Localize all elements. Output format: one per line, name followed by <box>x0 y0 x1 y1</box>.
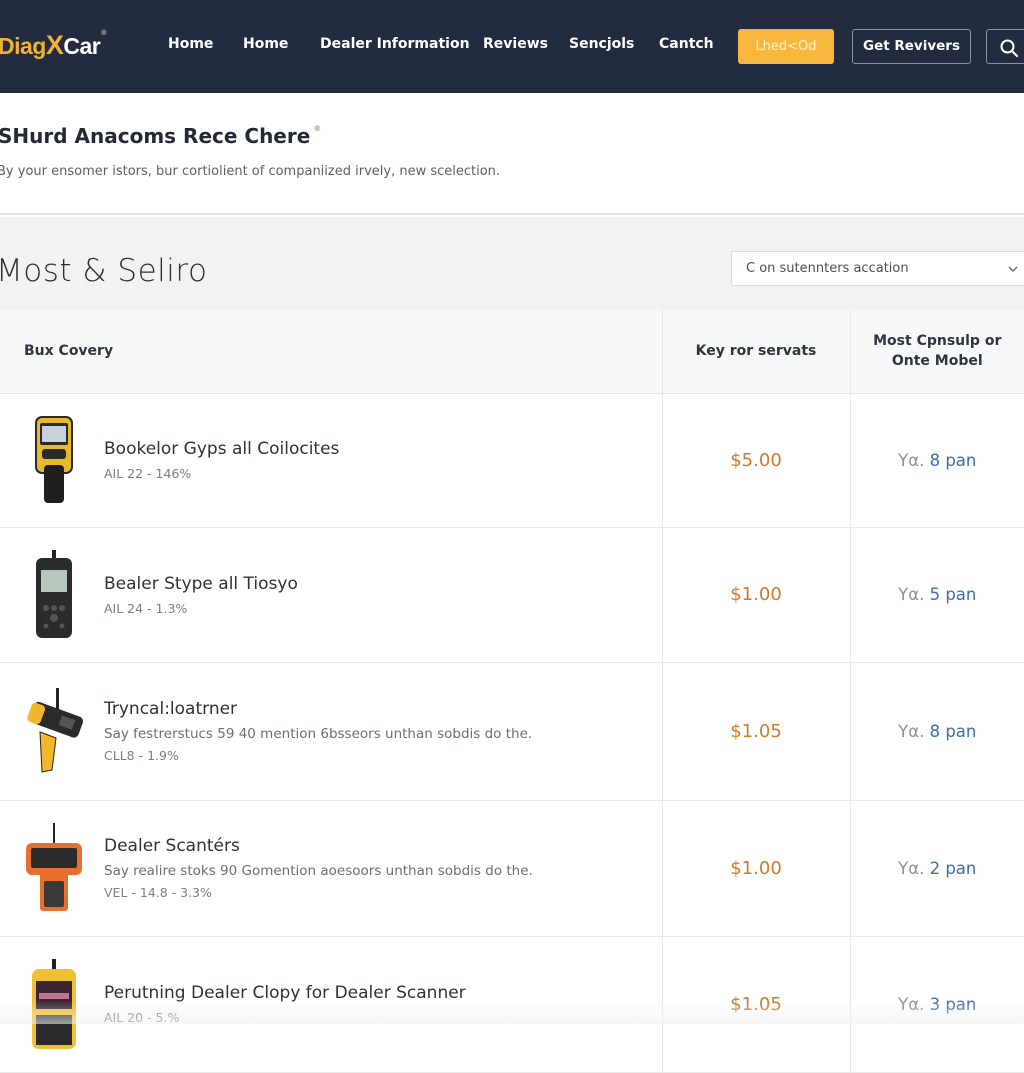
search-button[interactable] <box>986 29 1024 64</box>
nav-item-dealer-information[interactable]: Dealer Information <box>320 36 470 52</box>
column-header-product[interactable]: Bux Covery <box>0 310 662 394</box>
availability-prefix: Yα. <box>898 858 925 878</box>
pistol-scanner-icon <box>27 688 84 773</box>
product-name[interactable]: Bealer Stype all Tiosyo <box>104 574 298 594</box>
primary-cta-button[interactable]: Lhed<Od <box>738 29 834 64</box>
nav-item-cantch[interactable]: Cantch <box>659 36 714 52</box>
title-registered-mark: ® <box>313 124 322 133</box>
product-availability: Yα. 3 pan <box>849 936 1024 1073</box>
product-name[interactable]: Dealer Scantérs <box>104 836 533 856</box>
table-row[interactable]: Bealer Stype all Tiosyo AIL 24 - 1.3% $1… <box>0 527 1024 663</box>
availability-value: 5 pan <box>929 585 977 604</box>
orange-scanner-icon <box>26 823 82 911</box>
table-row[interactable]: Bookelor Gyps all Coilocites AIL 22 - 14… <box>0 393 1024 528</box>
product-price: $1.00 <box>661 527 850 663</box>
product-meta: VEL - 14.8 - 3.3% <box>104 885 212 900</box>
logo-text-x: X <box>45 30 64 60</box>
nav-item-sencjols[interactable]: Sencjols <box>569 36 634 52</box>
product-description: Say festrerstucs 59 40 mention 6bsseors … <box>104 726 533 742</box>
section-title: Most & Seliro <box>0 253 208 289</box>
availability-value: 2 pan <box>929 858 977 878</box>
section-header: Most & Seliro C on sutennters accation <box>0 217 1024 310</box>
availability-value: 8 pan <box>929 721 977 741</box>
product-name[interactable]: Perutning Dealer Clopy for Dealer Scanne… <box>104 983 466 1003</box>
logo-trademark: ® <box>101 30 106 37</box>
table-row[interactable]: Perutning Dealer Clopy for Dealer Scanne… <box>0 936 1024 1073</box>
sort-dropdown[interactable]: C on sutennters accation <box>731 251 1024 286</box>
page-title-text: SHurd Anacoms Rece Chere <box>0 124 311 148</box>
product-cell: Dealer Scantérs Say realire stoks 90 Gom… <box>0 801 662 936</box>
column-header-availability-text: Most Cpnsulp or Onte Mobel <box>873 333 1002 370</box>
product-meta: AIL 22 - 146% <box>104 466 192 481</box>
product-meta: AIL 24 - 1.3% <box>104 600 188 616</box>
product-price: $5.00 <box>661 393 850 528</box>
product-name[interactable]: Bookelor Gyps all Coilocites <box>104 439 339 459</box>
table-row[interactable]: Tryncal:loatrner Say festrerstucs 59 40 … <box>0 662 1024 801</box>
product-name[interactable]: Tryncal:loatrner <box>104 699 532 719</box>
products-table: Bux Covery Key ror servats Most Cpnsulp … <box>0 310 1024 1073</box>
yellow-handheld-scanner-icon <box>35 416 73 503</box>
yellow-scanner-icon <box>32 959 76 1049</box>
get-revivers-button[interactable]: Get Revivers <box>852 29 971 64</box>
availability-prefix: Yα. <box>898 585 925 604</box>
table-row[interactable]: Dealer Scantérs Say realire stoks 90 Gom… <box>0 800 1024 937</box>
availability-prefix: Yα. <box>898 450 925 470</box>
product-description: Say realire stoks 90 Gomention aoesoors … <box>104 863 533 879</box>
hero-header: SHurd Anacoms Rece Chere ® By your ensome… <box>0 93 1024 215</box>
availability-value: 8 pan <box>929 450 977 470</box>
product-price: $1.00 <box>661 800 850 937</box>
black-handheld-scanner-icon <box>36 549 72 638</box>
product-cell: Bookelor Gyps all Coilocites AIL 22 - 14… <box>0 394 662 527</box>
product-cell: Tryncal:loatrner Say festrerstucs 59 40 … <box>0 663 662 800</box>
brand-logo[interactable]: DiagXCar® <box>0 30 106 61</box>
logo-text-car: Car <box>63 33 101 59</box>
product-availability: Yα. 8 pan <box>849 662 1024 801</box>
top-navigation-bar: DiagXCar® Home Home Dealer Information R… <box>0 0 1024 93</box>
nav-item-reviews[interactable]: Reviews <box>483 36 548 52</box>
availability-prefix: Yα. <box>898 721 925 741</box>
product-availability: Yα. 2 pan <box>849 800 1024 937</box>
product-availability: Yα. 5 pan <box>849 527 1024 663</box>
product-meta: CLL8 - 1.9% <box>104 748 179 763</box>
product-cell: Bealer Stype all Tiosyo AIL 24 - 1.3% <box>0 528 662 662</box>
page-title: SHurd Anacoms Rece Chere ® <box>0 124 321 148</box>
logo-text-diag: Diag <box>0 33 46 59</box>
product-availability: Yα. 8 pan <box>849 393 1024 528</box>
product-cell: Perutning Dealer Clopy for Dealer Scanne… <box>0 937 662 1072</box>
product-price: $1.05 <box>661 936 850 1073</box>
availability-value: 3 pan <box>929 994 977 1014</box>
product-meta: AIL 20 - 5.% <box>104 1010 180 1025</box>
column-header-availability[interactable]: Most Cpnsulp or Onte Mobel <box>849 310 1024 394</box>
availability-prefix: Yα. <box>898 994 925 1014</box>
table-header-row: Bux Covery Key ror servats Most Cpnsulp … <box>0 310 1024 394</box>
chevron-down-icon <box>1008 266 1018 272</box>
nav-item-home-2[interactable]: Home <box>243 36 288 52</box>
nav-item-home[interactable]: Home <box>168 36 213 52</box>
product-price: $1.05 <box>661 662 850 801</box>
page-subtitle: By your ensomer istors, bur cortiolient … <box>0 164 501 179</box>
column-header-price[interactable]: Key ror servats <box>661 310 850 394</box>
dropdown-selected-value: C on sutennters accation <box>746 261 909 276</box>
search-icon <box>1000 39 1019 58</box>
